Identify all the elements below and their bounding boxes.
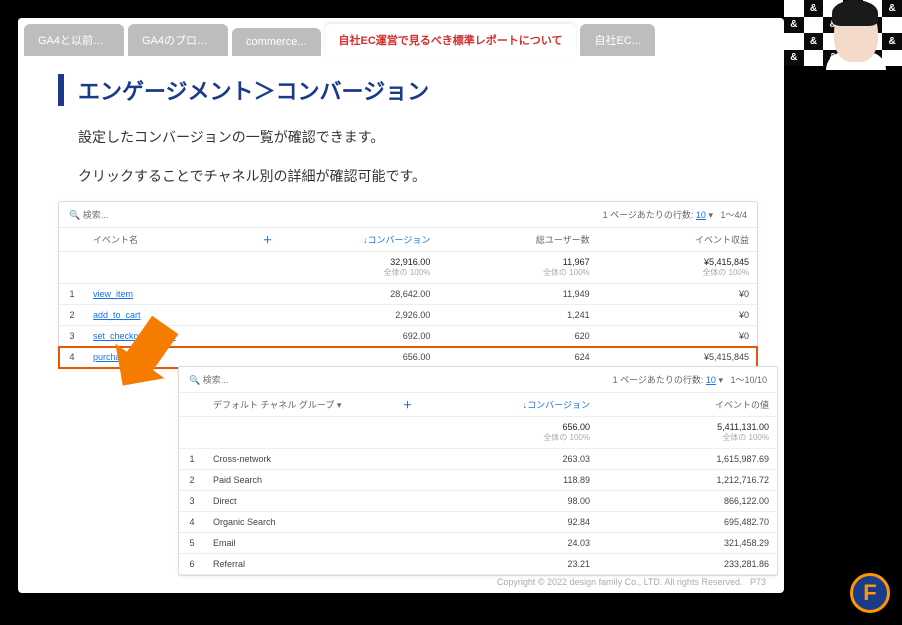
table-row[interactable]: 3Direct 98.00866,122.00 xyxy=(179,491,777,512)
tab-own-ec[interactable]: 自社EC... xyxy=(580,24,654,56)
para-2: クリックすることでチャネル別の詳細が確認可能です。 xyxy=(78,163,744,190)
table-row[interactable]: 1 view_item 28,642.00 11,949 ¥0 xyxy=(59,284,757,305)
totals-row: 32,916.00全体の 100% 11,967全体の 100% ¥5,415,… xyxy=(59,252,757,284)
search-icon[interactable]: 🔍 検索... xyxy=(189,373,228,386)
event-link[interactable]: view_item xyxy=(93,289,133,299)
panel-stack: 🔍 検索... 1 ページあたりの行数: 10 ▾ 1～4/4 イベント名 ＋ xyxy=(58,201,744,571)
table-row[interactable]: 2Paid Search 118.891,212,716.72 xyxy=(179,470,777,491)
search-icon[interactable]: 🔍 検索... xyxy=(69,208,108,221)
tab-commerce[interactable]: commerce... xyxy=(232,28,321,56)
rows-select[interactable]: 10 xyxy=(706,375,716,385)
table-row[interactable]: 2 add_to_cart 2,926.00 1,241 ¥0 xyxy=(59,305,757,326)
pager: 1 ページあたりの行数: 10 ▾ 1～10/10 xyxy=(613,373,767,386)
slide-body: エンゲージメント＞コンバージョン 設定したコンバージョンの一覧が確認できます。 … xyxy=(18,56,784,571)
tab-standard-reports[interactable]: 自社EC運営で見るべき標準レポートについて xyxy=(325,24,577,56)
totals-row: 656.00全体の 100% 5,411,131.00全体の 100% xyxy=(179,417,777,449)
col-users[interactable]: 総ユーザー数 xyxy=(438,228,597,252)
pager: 1 ページあたりの行数: 10 ▾ 1～4/4 xyxy=(603,208,747,221)
slide-heading: エンゲージメント＞コンバージョン xyxy=(58,74,744,106)
tab-ga4-comparison[interactable]: GA4と以前までの... xyxy=(24,24,124,56)
add-dimension-icon[interactable]: ＋ xyxy=(255,228,279,252)
speaker-video: &&& &&& &&& &&& xyxy=(784,0,902,66)
page-number: P73 xyxy=(750,577,766,587)
panel-channels: 🔍 検索... 1 ページあたりの行数: 10 ▾ 1～10/10 デフォルト … xyxy=(178,366,778,576)
slide-stage: GA4と以前までの... GA4のプロパ... commerce... 自社EC… xyxy=(18,18,784,593)
rows-select[interactable]: 10 xyxy=(696,210,706,220)
col-event-name[interactable]: イベント名 xyxy=(85,228,255,252)
channel-group-select[interactable]: デフォルト チャネル グループ ▾ xyxy=(213,400,341,410)
table-row[interactable]: 4Organic Search 92.84695,482.70 xyxy=(179,512,777,533)
footer: Copyright © 2022 design family Co., LTD.… xyxy=(497,577,766,587)
col-revenue[interactable]: イベント収益 xyxy=(598,228,757,252)
table-row[interactable]: 1Cross-network 263.031,615,987.69 xyxy=(179,449,777,470)
col-conversions[interactable]: ↓コンバージョン xyxy=(419,393,598,417)
event-link[interactable]: add_to_cart xyxy=(93,310,141,320)
table-channels: デフォルト チャネル グループ ▾ ＋ ↓コンバージョン イベントの値 656.… xyxy=(179,393,777,575)
para-1: 設定したコンバージョンの一覧が確認できます。 xyxy=(78,124,744,151)
col-event-value[interactable]: イベントの値 xyxy=(598,393,777,417)
tab-ga4-property[interactable]: GA4のプロパ... xyxy=(128,24,228,56)
add-dimension-icon[interactable]: ＋ xyxy=(395,393,419,417)
table-row[interactable]: 5Email 24.03321,458.29 xyxy=(179,533,777,554)
tabs: GA4と以前までの... GA4のプロパ... commerce... 自社EC… xyxy=(18,18,784,56)
brand-badge[interactable]: F xyxy=(850,573,890,613)
table-row[interactable]: 6Referral 23.21233,281.86 xyxy=(179,554,777,575)
col-conversions[interactable]: ↓コンバージョン xyxy=(279,228,438,252)
